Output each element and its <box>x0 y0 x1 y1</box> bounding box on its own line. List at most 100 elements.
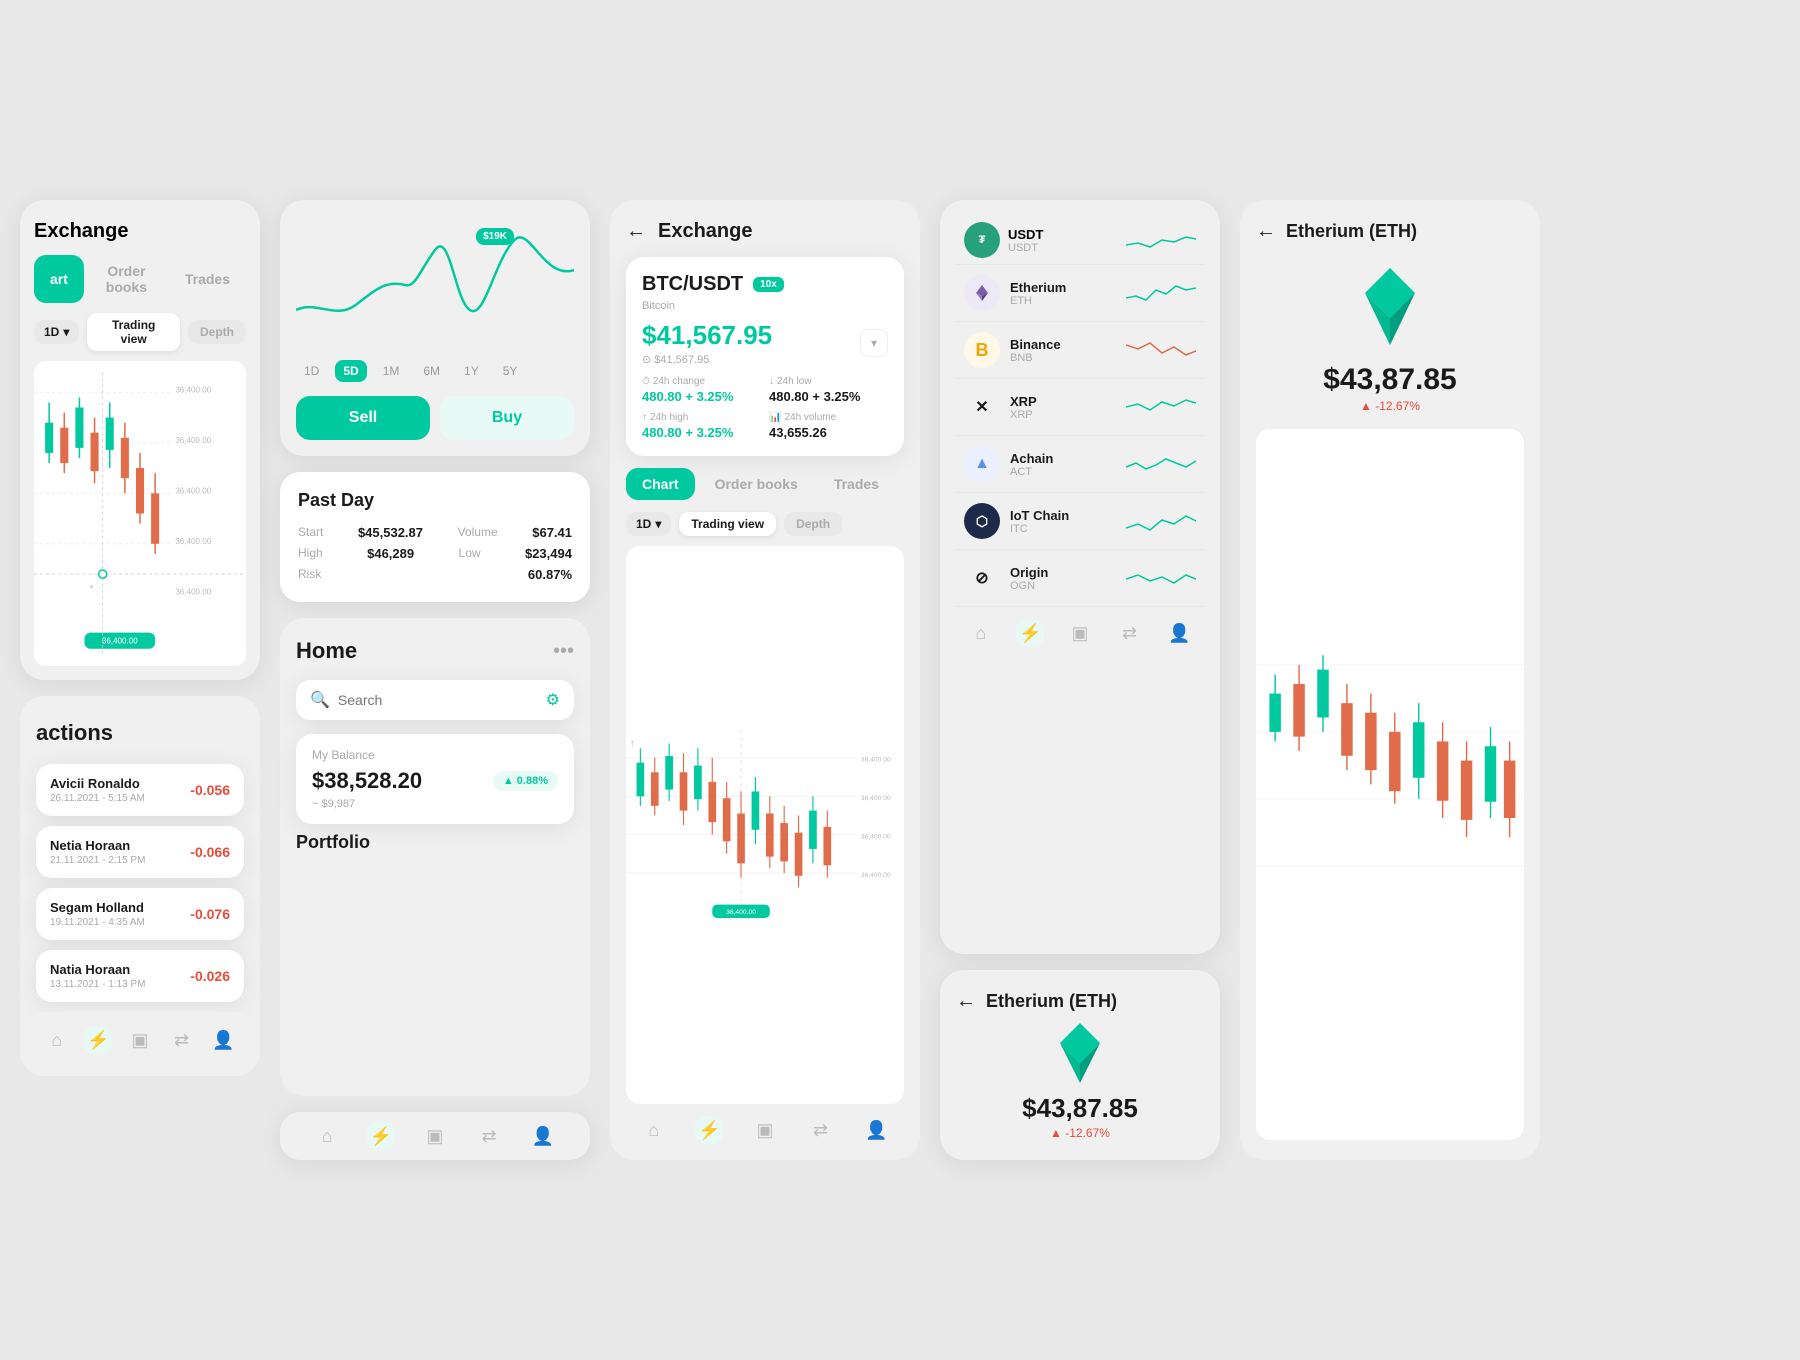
trading-view-btn[interactable]: Trading view <box>679 512 776 536</box>
buy-button[interactable]: Buy <box>440 396 574 440</box>
back-arrow-eth[interactable]: ← <box>956 990 976 1013</box>
portfolio-title: Portfolio <box>296 832 574 853</box>
past-day-title: Past Day <box>298 490 572 511</box>
svg-text:36,400.00: 36,400.00 <box>861 872 891 879</box>
tf-1y[interactable]: 1Y <box>456 360 487 382</box>
transactions-card: actions Avicii Ronaldo 26.11.2021 - 5:15… <box>20 696 260 1076</box>
bolt-icon-exchange[interactable]: ⚡ <box>695 1116 723 1144</box>
tab-trades[interactable]: Trades <box>818 468 895 500</box>
crypto-item-xrp[interactable]: ✕ XRP XRP <box>956 379 1204 436</box>
user-nav-icon[interactable]: 👤 <box>209 1026 237 1054</box>
crypto-item-itc[interactable]: ⬡ IoT Chain ITC <box>956 493 1204 550</box>
col-exchange: ← Exchange BTC/USDT 10x Bitcoin $41,567.… <box>610 200 920 1160</box>
tab-orderbooks[interactable]: Order books <box>699 468 814 500</box>
search-bar[interactable]: 🔍 ⚙ <box>296 680 574 720</box>
home-icon-exchange[interactable]: ⌂ <box>640 1116 668 1144</box>
tf-5d[interactable]: 5D <box>335 360 366 382</box>
exchange-header: ← Exchange <box>626 220 904 243</box>
search-input[interactable] <box>338 692 538 708</box>
eth-small-detail-card: ← Etherium (ETH) $43,87.85 ▲ -12.67% <box>940 970 1220 1160</box>
home-card: Home ••• 🔍 ⚙ My Balance $38,528.20 ▲ 0.8… <box>280 618 590 1096</box>
bottom-nav-exchange: ⌂ ⚡ ▣ ⇄ 👤 <box>626 1104 904 1144</box>
balance-sub: ~ $9,987 <box>312 798 558 810</box>
svg-text:↑: ↑ <box>630 738 635 749</box>
time-pill-partial[interactable]: 1D ▾ <box>34 320 79 344</box>
balance-card: My Balance $38,528.20 ▲ 0.88% ~ $9,987 <box>296 734 574 824</box>
eth-detail-change: ▲ -12.67% <box>956 1126 1204 1140</box>
time-filters: 1D 5D 1M 6M 1Y 5Y <box>296 360 574 382</box>
ogn-icon: ⊘ <box>964 560 1000 596</box>
btc-coin-name: Bitcoin <box>642 300 888 312</box>
transfer-icon-chart[interactable]: ⇄ <box>475 1122 503 1150</box>
back-arrow-exchange[interactable]: ← <box>626 220 646 243</box>
svg-text:36,400.00: 36,400.00 <box>175 587 211 596</box>
home-title: Home <box>296 638 357 664</box>
timeframe-pill[interactable]: 1D ▾ <box>626 512 671 536</box>
crypto-item-ogn[interactable]: ⊘ Origin OGN <box>956 550 1204 607</box>
chevron-down-icon: ▾ <box>655 517 661 531</box>
home-nav-icon[interactable]: ⌂ <box>43 1026 71 1054</box>
tab-trades-partial[interactable]: Trades <box>169 255 246 303</box>
exchange-tab-row: Chart Order books Trades <box>626 468 904 500</box>
ogn-sparkline <box>1126 563 1196 593</box>
btc-price-sub: ⊙ $41,567.95 <box>642 353 772 366</box>
sell-button[interactable]: Sell <box>296 396 430 440</box>
tab-chart[interactable]: Chart <box>626 468 695 500</box>
trading-view-btn-partial[interactable]: Trading view <box>87 313 180 351</box>
eth-detail-price: $43,87.85 <box>956 1093 1204 1124</box>
filter-icon[interactable]: ⚙ <box>546 690 560 710</box>
user-icon-list[interactable]: 👤 <box>1165 619 1193 647</box>
bottom-nav-chart: ⌂ ⚡ ▣ ⇄ 👤 <box>280 1112 590 1160</box>
stat-24h-low: ↓24h low 480.80 + 3.25% <box>769 376 888 404</box>
depth-btn[interactable]: Depth <box>784 512 842 536</box>
search-icon: 🔍 <box>310 690 330 710</box>
eth-full-title: Etherium (ETH) <box>1286 221 1417 242</box>
eth-candlestick <box>1256 429 1524 1140</box>
wallet-icon-list[interactable]: ▣ <box>1066 619 1094 647</box>
bolt-icon-chart[interactable]: ⚡ <box>367 1122 395 1150</box>
svg-text:36,400.00: 36,400.00 <box>175 385 211 394</box>
action-buttons: Sell Buy <box>296 396 574 440</box>
pd-row-risk: Risk 60.87% <box>298 567 572 582</box>
crypto-item-act[interactable]: ▲ Achain ACT <box>956 436 1204 493</box>
user-icon-exchange[interactable]: 👤 <box>862 1116 890 1144</box>
dropdown-btn[interactable]: ▾ <box>860 329 888 357</box>
depth-btn-partial[interactable]: Depth <box>188 320 246 344</box>
wallet-nav-icon[interactable]: ▣ <box>126 1026 154 1054</box>
user-icon-chart[interactable]: 👤 <box>529 1122 557 1150</box>
crypto-item-bnb[interactable]: B Binance BNB <box>956 322 1204 379</box>
svg-text:36,400.00: 36,400.00 <box>726 909 756 916</box>
eth-full-card: ← Etherium (ETH) $43,87.85 ▲ -12.67% <box>1240 200 1540 1160</box>
tab-art[interactable]: art <box>34 255 84 303</box>
mini-chart-area: $19K <box>296 220 574 350</box>
more-options-btn[interactable]: ••• <box>553 640 574 663</box>
balance-change-badge: ▲ 0.88% <box>493 771 558 791</box>
balance-amount: $38,528.20 <box>312 768 422 794</box>
exchange-title: Exchange <box>658 220 752 243</box>
back-arrow-eth-full[interactable]: ← <box>1256 220 1276 243</box>
home-icon-chart[interactable]: ⌂ <box>313 1122 341 1150</box>
tf-1d[interactable]: 1D <box>296 360 327 382</box>
eth-full-price: $43,87.85 <box>1256 363 1524 397</box>
transfer-icon-exchange[interactable]: ⇄ <box>807 1116 835 1144</box>
bolt-icon-list[interactable]: ⚡ <box>1016 619 1044 647</box>
bolt-nav-icon[interactable]: ⚡ <box>84 1026 112 1054</box>
transfer-icon-list[interactable]: ⇄ <box>1116 619 1144 647</box>
wallet-icon-exchange[interactable]: ▣ <box>751 1116 779 1144</box>
tf-5y[interactable]: 5Y <box>495 360 526 382</box>
tf-1m[interactable]: 1M <box>375 360 408 382</box>
balance-row: $38,528.20 ▲ 0.88% <box>312 768 558 794</box>
tf-6m[interactable]: 6M <box>415 360 448 382</box>
usdt-icon: ₮ <box>964 222 1000 258</box>
xrp-icon: ✕ <box>964 389 1000 425</box>
col-eth-full: ← Etherium (ETH) $43,87.85 ▲ -12.67% <box>1240 200 1540 1160</box>
crypto-item-eth[interactable]: Etherium ETH <box>956 265 1204 322</box>
usdt-row[interactable]: ₮ USDT USDT <box>956 216 1204 265</box>
exchange-card: ← Exchange BTC/USDT 10x Bitcoin $41,567.… <box>610 200 920 1160</box>
transfer-nav-icon[interactable]: ⇄ <box>168 1026 196 1054</box>
eth-full-diamond-icon <box>1350 263 1430 353</box>
tab-orderbooks-partial[interactable]: Order books <box>88 255 165 303</box>
wallet-icon-chart[interactable]: ▣ <box>421 1122 449 1150</box>
price-badge: $19K <box>476 228 514 245</box>
home-icon-list[interactable]: ⌂ <box>967 619 995 647</box>
